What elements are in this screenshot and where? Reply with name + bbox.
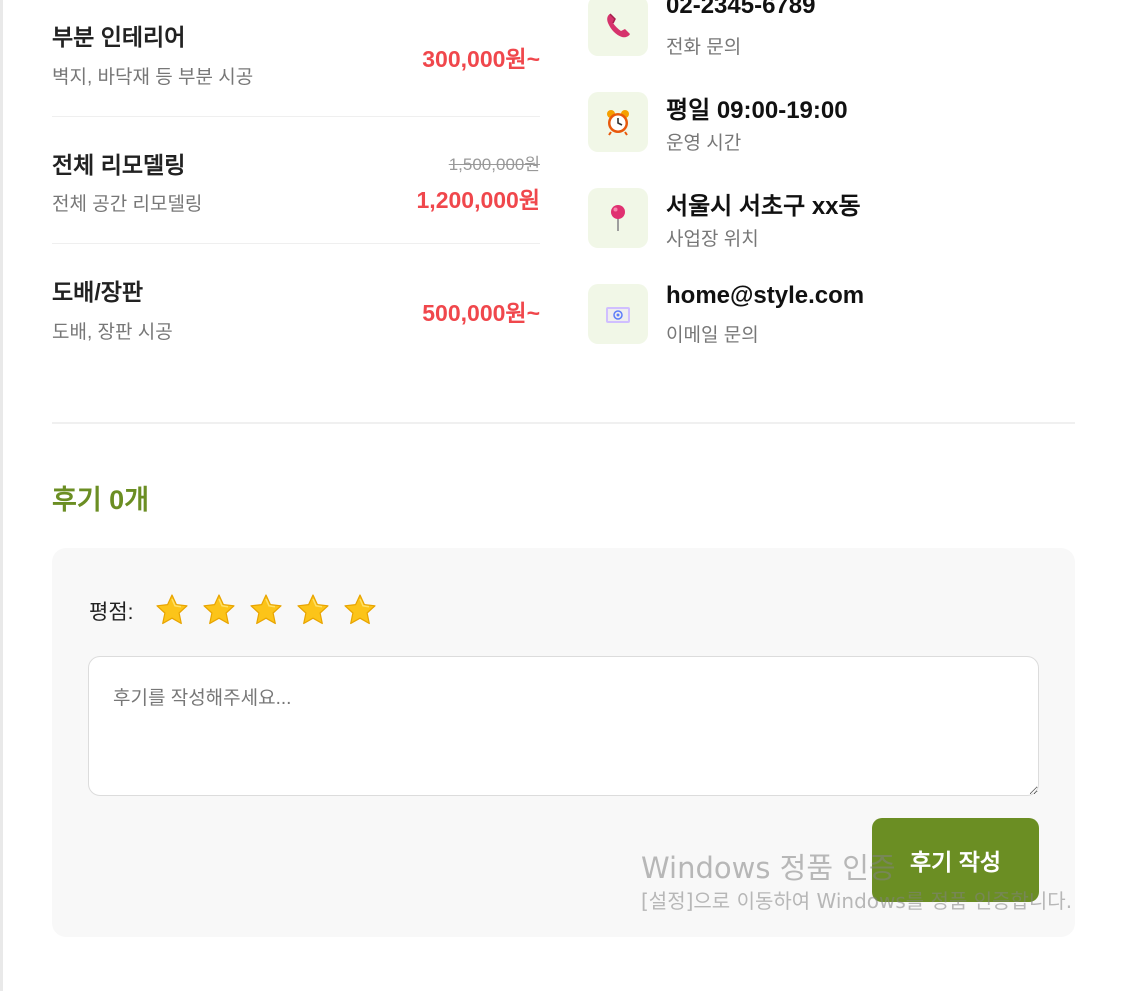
pin-icon bbox=[588, 188, 648, 248]
star-icon[interactable] bbox=[201, 592, 237, 628]
service-item: 부분 인테리어 벽지, 바닥재 등 부분 시공 300,000원~ bbox=[52, 0, 540, 117]
alarm-clock-icon bbox=[588, 92, 648, 152]
phone-icon bbox=[588, 0, 648, 56]
email-label: 이메일 문의 bbox=[666, 325, 759, 346]
submit-review-button[interactable]: 후기 작성 bbox=[872, 818, 1039, 902]
star-icon[interactable] bbox=[248, 592, 284, 628]
service-name: 전체 리모델링 bbox=[52, 152, 186, 178]
service-description: 전체 공간 리모델링 bbox=[52, 194, 203, 215]
contact-item-hours: 평일 09:00-19:00 운영 시간 bbox=[588, 92, 1068, 154]
service-description: 도배, 장판 시공 bbox=[52, 322, 173, 343]
contact-item-location: 서울시 서초구 xx동 사업장 위치 bbox=[588, 188, 1068, 250]
star-icon[interactable] bbox=[154, 592, 190, 628]
rating-label: 평점: bbox=[89, 601, 134, 624]
service-item: 전체 리모델링 전체 공간 리모델링 1,500,000원 1,200,000원 bbox=[52, 117, 540, 244]
business-address-label: 사업장 위치 bbox=[666, 229, 759, 250]
operating-hours-label: 운영 시간 bbox=[666, 133, 742, 154]
service-name: 도배/장판 bbox=[52, 279, 144, 305]
review-form: 평점: 후기 작성 bbox=[52, 548, 1075, 937]
service-price-list: 부분 인테리어 벽지, 바닥재 등 부분 시공 300,000원~ 전체 리모델… bbox=[52, 0, 540, 371]
service-description: 벽지, 바닥재 등 부분 시공 bbox=[52, 67, 254, 88]
contact-item-phone: 02-2345-6789 전화 문의 bbox=[588, 0, 1068, 58]
operating-hours: 평일 09:00-19:00 bbox=[666, 97, 848, 124]
phone-number: 02-2345-6789 bbox=[666, 0, 816, 19]
contact-item-email: home@style.com 이메일 문의 bbox=[588, 282, 1068, 346]
page-left-border bbox=[0, 0, 3, 991]
business-address: 서울시 서초구 xx동 bbox=[666, 193, 861, 220]
service-item: 도배/장판 도배, 장판 시공 500,000원~ bbox=[52, 244, 540, 371]
service-price: 300,000원~ bbox=[422, 46, 540, 72]
service-price: 1,200,000원 bbox=[416, 187, 540, 213]
star-rating bbox=[154, 592, 378, 628]
star-icon[interactable] bbox=[342, 592, 378, 628]
review-textarea[interactable] bbox=[88, 656, 1039, 796]
phone-label: 전화 문의 bbox=[666, 37, 742, 58]
email-address: home@style.com bbox=[666, 282, 865, 309]
service-original-price: 1,500,000원 bbox=[448, 155, 540, 174]
service-price: 500,000원~ bbox=[422, 300, 540, 326]
service-name: 부분 인테리어 bbox=[52, 24, 186, 50]
review-count-heading: 후기 0개 bbox=[52, 485, 150, 515]
section-divider bbox=[52, 422, 1075, 424]
star-icon[interactable] bbox=[295, 592, 331, 628]
email-icon bbox=[588, 284, 648, 344]
